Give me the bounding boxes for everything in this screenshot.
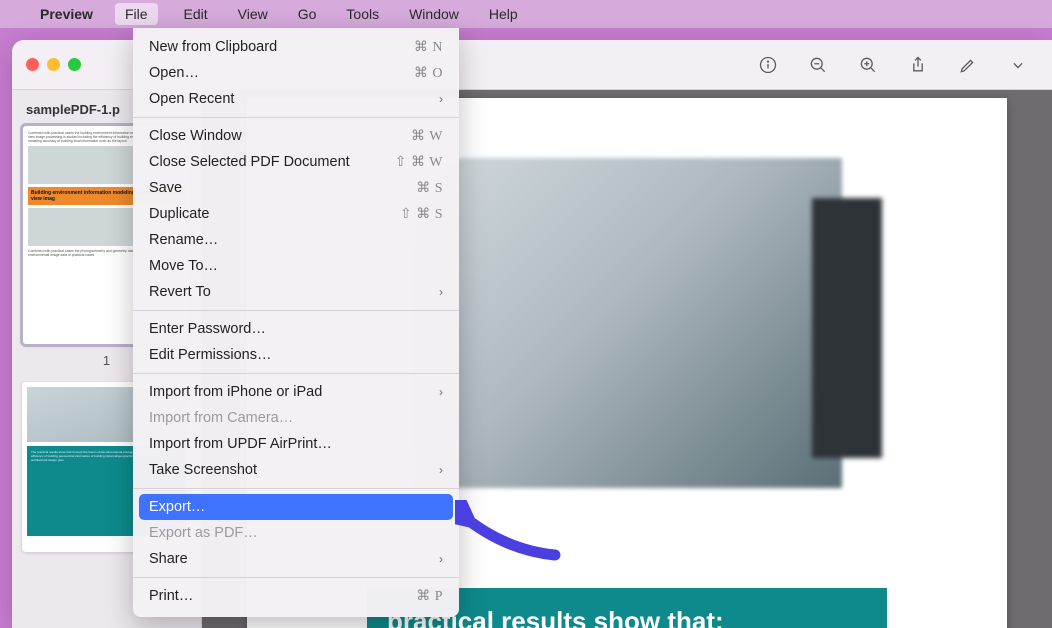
chevron-down-icon[interactable] — [1006, 53, 1030, 77]
chevron-right-icon: › — [439, 552, 443, 566]
menu-separator — [133, 373, 459, 374]
traffic-lights — [26, 58, 81, 71]
menu-separator — [133, 310, 459, 311]
chevron-right-icon: › — [439, 92, 443, 106]
menu-item-new-from-clipboard[interactable]: New from Clipboard⌘ N — [133, 34, 459, 60]
menu-item-label: Revert To — [149, 284, 439, 300]
menu-item-label: Export as PDF… — [149, 525, 443, 541]
menu-item-label: Save — [149, 180, 416, 196]
menu-item-label: Import from UPDF AirPrint… — [149, 436, 443, 452]
menubar: Preview File Edit View Go Tools Window H… — [0, 0, 1052, 28]
menu-window[interactable]: Window — [405, 4, 463, 24]
window-maximize-button[interactable] — [68, 58, 81, 71]
menu-item-rename[interactable]: Rename… — [133, 227, 459, 253]
menu-help[interactable]: Help — [485, 4, 522, 24]
menu-item-close-selected-pdf-document[interactable]: Close Selected PDF Document⇧ ⌘ W — [133, 149, 459, 175]
menu-item-move-to[interactable]: Move To… — [133, 253, 459, 279]
window-close-button[interactable] — [26, 58, 39, 71]
page-image — [412, 158, 842, 488]
menu-item-label: Open… — [149, 65, 414, 81]
menu-go[interactable]: Go — [294, 4, 321, 24]
toolbar — [756, 53, 1038, 77]
menu-item-import-from-updf-airprint[interactable]: Import from UPDF AirPrint… — [133, 431, 459, 457]
menu-separator — [133, 488, 459, 489]
zoom-in-icon[interactable] — [856, 53, 880, 77]
menu-item-label: New from Clipboard — [149, 39, 414, 55]
menu-item-import-from-iphone-or-ipad[interactable]: Import from iPhone or iPad› — [133, 379, 459, 405]
menu-item-print[interactable]: Print…⌘ P — [133, 583, 459, 609]
menu-view[interactable]: View — [234, 4, 272, 24]
menu-shortcut: ⇧ ⌘ S — [400, 206, 443, 223]
menu-item-label: Edit Permissions… — [149, 347, 443, 363]
menu-shortcut: ⇧ ⌘ W — [395, 154, 443, 171]
app-name[interactable]: Preview — [40, 6, 93, 22]
menu-item-export[interactable]: Export… — [139, 494, 453, 520]
menu-item-label: Duplicate — [149, 206, 400, 222]
info-icon[interactable] — [756, 53, 780, 77]
menu-item-label: Import from iPhone or iPad — [149, 384, 439, 400]
menu-item-close-window[interactable]: Close Window⌘ W — [133, 123, 459, 149]
zoom-out-icon[interactable] — [806, 53, 830, 77]
menu-item-open-recent[interactable]: Open Recent› — [133, 86, 459, 112]
chevron-right-icon: › — [439, 385, 443, 399]
menu-item-save[interactable]: Save⌘ S — [133, 175, 459, 201]
markup-icon[interactable] — [956, 53, 980, 77]
menu-item-import-from-camera: Import from Camera… — [133, 405, 459, 431]
menu-item-export-as-pdf: Export as PDF… — [133, 520, 459, 546]
menu-item-label: Export… — [149, 499, 443, 515]
menu-item-duplicate[interactable]: Duplicate⇧ ⌘ S — [133, 201, 459, 227]
menu-item-label: Open Recent — [149, 91, 439, 107]
menu-shortcut: ⌘ P — [416, 588, 443, 605]
chevron-right-icon: › — [439, 463, 443, 477]
menu-item-label: Take Screenshot — [149, 462, 439, 478]
menu-item-label: Share — [149, 551, 439, 567]
menu-separator — [133, 577, 459, 578]
menu-item-share[interactable]: Share› — [133, 546, 459, 572]
file-menu-dropdown: New from Clipboard⌘ NOpen…⌘ OOpen Recent… — [133, 28, 459, 617]
menu-shortcut: ⌘ N — [414, 39, 443, 56]
share-icon[interactable] — [906, 53, 930, 77]
chevron-right-icon: › — [439, 285, 443, 299]
menu-shortcut: ⌘ S — [416, 180, 443, 197]
menu-item-label: Import from Camera… — [149, 410, 443, 426]
menu-item-revert-to[interactable]: Revert To› — [133, 279, 459, 305]
menu-item-label: Print… — [149, 588, 416, 604]
menu-item-edit-permissions[interactable]: Edit Permissions… — [133, 342, 459, 368]
menu-separator — [133, 117, 459, 118]
menu-file[interactable]: File — [115, 3, 158, 25]
menu-item-open[interactable]: Open…⌘ O — [133, 60, 459, 86]
menu-tools[interactable]: Tools — [342, 4, 383, 24]
window-minimize-button[interactable] — [47, 58, 60, 71]
menu-shortcut: ⌘ W — [411, 128, 443, 145]
menu-item-take-screenshot[interactable]: Take Screenshot› — [133, 457, 459, 483]
menu-item-enter-password[interactable]: Enter Password… — [133, 316, 459, 342]
menu-shortcut: ⌘ O — [414, 65, 443, 82]
menu-item-label: Rename… — [149, 232, 443, 248]
menu-item-label: Move To… — [149, 258, 443, 274]
menu-item-label: Close Window — [149, 128, 411, 144]
menu-item-label: Enter Password… — [149, 321, 443, 337]
menu-item-label: Close Selected PDF Document — [149, 154, 395, 170]
menu-edit[interactable]: Edit — [180, 4, 212, 24]
